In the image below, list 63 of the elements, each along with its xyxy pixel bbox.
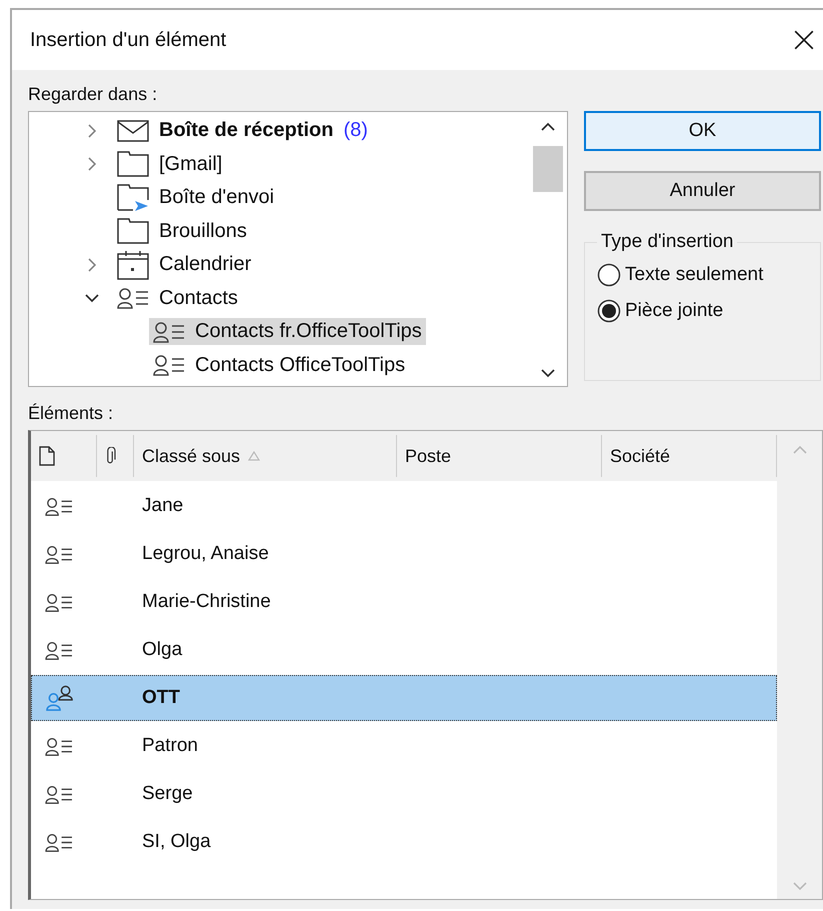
- contact-row[interactable]: Jane: [31, 483, 777, 529]
- envelope-icon: [117, 120, 149, 142]
- unread-count: (8): [343, 119, 368, 142]
- scroll-thumb[interactable]: [533, 146, 563, 192]
- contact-list-icon: [153, 354, 185, 376]
- folder-item[interactable]: Contacts OfficeToolTips: [149, 352, 410, 379]
- contact-name: Jane: [142, 495, 184, 517]
- contact-icon: [45, 592, 73, 612]
- contact-icon: [45, 736, 73, 756]
- contact-name: Olga: [142, 639, 182, 661]
- folder-item[interactable]: Brouillons: [113, 216, 251, 246]
- radio-label[interactable]: Texte seulement: [625, 264, 764, 286]
- chevron-down-icon[interactable]: [85, 293, 99, 304]
- folder-send-icon: [117, 184, 149, 212]
- contact-row[interactable]: Patron: [31, 723, 777, 769]
- paperclip-icon: [105, 447, 116, 465]
- folder-item[interactable]: Calendrier: [113, 248, 256, 282]
- contact-name: OTT: [142, 687, 180, 709]
- radio-label[interactable]: Pièce jointe: [625, 300, 724, 322]
- contact-row[interactable]: Marie-Christine: [31, 579, 777, 625]
- folder-icon: [117, 218, 149, 244]
- contact-row[interactable]: Serge: [31, 771, 777, 817]
- chevron-right-icon[interactable]: [87, 157, 97, 172]
- scroll-down-icon[interactable]: [541, 368, 555, 378]
- folder-item[interactable]: Contacts: [113, 284, 242, 312]
- close-icon[interactable]: [793, 29, 815, 51]
- cancel-button[interactable]: Annuler: [584, 171, 821, 211]
- calendar-icon: [117, 250, 149, 280]
- contact-icon: [45, 640, 73, 660]
- group-title: Type d'insertion: [600, 231, 734, 253]
- folder-item[interactable]: [Gmail]: [113, 149, 226, 180]
- folder-item[interactable]: Boîte de réception (8): [113, 117, 372, 144]
- chevron-right-icon[interactable]: [87, 124, 97, 138]
- contact-name: Marie-Christine: [142, 591, 271, 613]
- contact-icon: [45, 544, 73, 564]
- folder-icon: [117, 151, 149, 178]
- folder-item[interactable]: Contacts fr.OfficeToolTips: [149, 318, 426, 346]
- column-header[interactable]: Poste: [397, 435, 602, 477]
- contact-icon: [45, 784, 73, 804]
- scroll-up-icon[interactable]: [541, 122, 555, 132]
- contact-icon: [45, 496, 73, 516]
- contact-name: SI, Olga: [142, 831, 211, 853]
- radio-button[interactable]: [597, 299, 621, 323]
- document-icon: [39, 446, 55, 466]
- ok-button[interactable]: OK: [584, 111, 821, 151]
- window-title: Insertion d'un élément: [30, 28, 226, 52]
- contact-name: Legrou, Anaise: [142, 543, 269, 565]
- contact-name: Serge: [142, 783, 193, 805]
- contact-row[interactable]: Legrou, Anaise: [31, 531, 777, 577]
- contact-name: Patron: [142, 735, 198, 757]
- contact-row[interactable]: OTT: [31, 675, 777, 721]
- look-in-label: Regarder dans :: [28, 84, 158, 105]
- contact-row[interactable]: SI, Olga: [31, 819, 777, 865]
- contact-row[interactable]: Olga: [31, 627, 777, 673]
- contact-icon: [45, 832, 73, 852]
- column-header[interactable]: Classé sous: [134, 435, 397, 477]
- chevron-right-icon[interactable]: [87, 258, 97, 272]
- contact-list-icon: [153, 320, 185, 343]
- radio-button[interactable]: [597, 263, 621, 287]
- folder-item[interactable]: Boîte d'envoi: [113, 182, 278, 214]
- group-icon: [45, 685, 75, 711]
- contact-list-icon: [117, 287, 149, 310]
- items-label: Éléments :: [28, 403, 114, 424]
